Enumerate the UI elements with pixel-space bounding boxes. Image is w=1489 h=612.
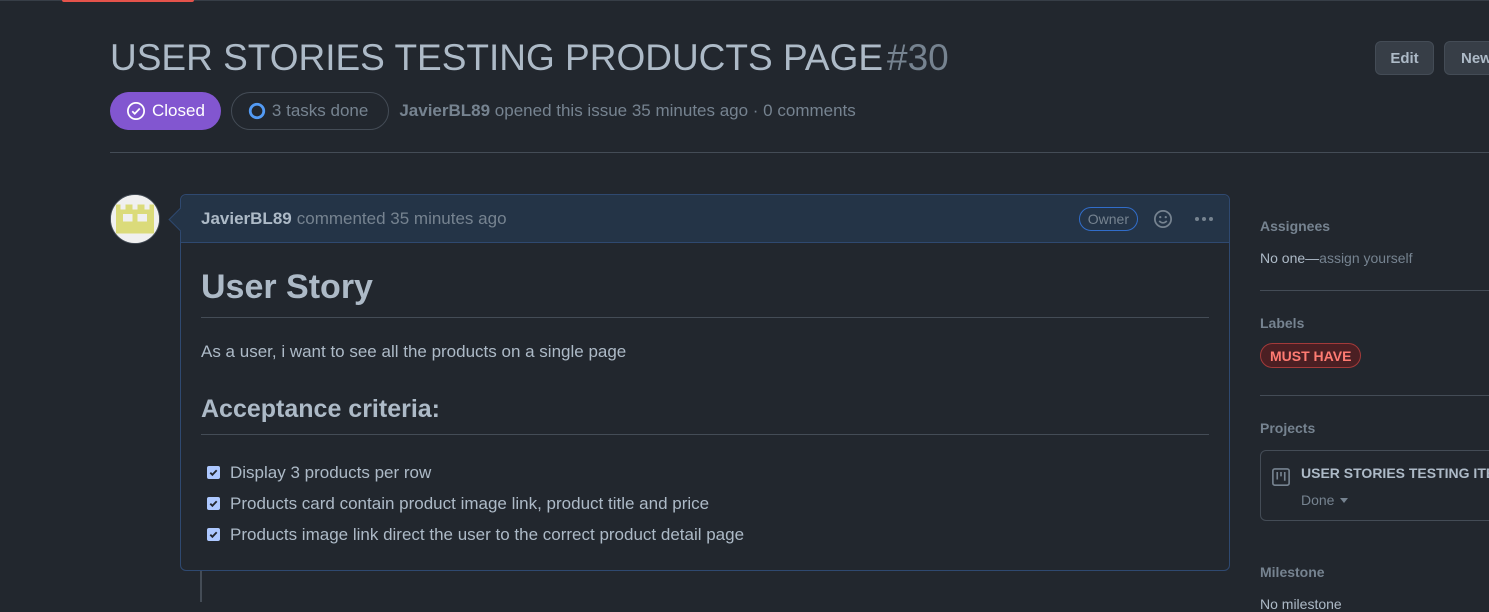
check-icon — [209, 500, 218, 508]
task-list-item: Products image link direct the user to t… — [201, 519, 1209, 550]
chevron-down-icon — [1340, 497, 1349, 503]
comment-box: JavierBL89 commented 35 minutes ago Owne… — [168, 194, 1230, 571]
assignees-section: Assignees No one—assign yourself — [1260, 194, 1489, 291]
state-badge: Closed — [110, 92, 221, 130]
milestone-value: No milestone — [1260, 596, 1342, 612]
issue-opened-text: opened this issue 35 minutes ago · 0 com… — [494, 101, 856, 120]
edit-button[interactable]: Edit — [1375, 41, 1434, 75]
assign-yourself-link[interactable]: assign yourself — [1319, 250, 1412, 266]
kebab-menu-icon[interactable] — [1193, 209, 1215, 229]
labels-heading[interactable]: Labels — [1260, 315, 1304, 331]
identicon-icon — [111, 195, 159, 243]
task-list-item: Display 3 products per row — [201, 457, 1209, 488]
task-checkbox[interactable] — [207, 466, 220, 479]
timeline-line — [200, 571, 202, 602]
comment-body: User Story As a user, i want to see all … — [181, 243, 1229, 550]
comment-author-link[interactable]: JavierBL89 — [201, 209, 292, 229]
project-status-dropdown[interactable]: Done — [1301, 492, 1349, 508]
owner-badge: Owner — [1078, 207, 1138, 231]
issue-opened-info: JavierBL89 opened this issue 35 minutes … — [399, 101, 855, 121]
closed-check-icon — [127, 102, 145, 120]
state-label: Closed — [152, 101, 205, 120]
issue-author-link[interactable]: JavierBL89 — [399, 101, 490, 120]
check-icon — [209, 531, 218, 539]
assignees-heading[interactable]: Assignees — [1260, 218, 1330, 234]
issue-title: USER STORIES TESTING PRODUCTS PAGE #30 — [110, 34, 949, 82]
progress-ring-icon — [248, 102, 266, 120]
top-divider — [0, 0, 1489, 1]
task-text: Display 3 products per row — [230, 462, 432, 482]
assignees-value: No one—assign yourself — [1260, 250, 1413, 266]
project-name[interactable]: USER STORIES TESTING ITERATION — [1301, 465, 1489, 481]
comment-caret — [168, 207, 193, 232]
issue-meta-row: Closed 3 tasks done JavierBL89 opened th… — [110, 92, 856, 130]
comment-header: JavierBL89 commented 35 minutes ago Owne… — [168, 195, 1229, 243]
project-card[interactable]: USER STORIES TESTING ITERATION Done — [1260, 450, 1489, 521]
active-tab-indicator — [62, 0, 194, 2]
task-text: Products image link direct the user to t… — [230, 524, 745, 544]
labels-section: Labels MUST HAVE — [1260, 291, 1489, 396]
task-checkbox[interactable] — [207, 497, 220, 510]
criteria-heading: Acceptance criteria: — [201, 392, 1209, 435]
issue-sidebar: Assignees No one—assign yourself Labels … — [1260, 194, 1489, 612]
tasks-progress-label: 3 tasks done — [271, 101, 369, 120]
issue-number: #30 — [887, 37, 949, 78]
check-icon — [209, 469, 218, 477]
label-must-have[interactable]: MUST HAVE — [1260, 343, 1362, 368]
task-text: Products card contain product image link… — [230, 493, 710, 513]
task-list-item: Products card contain product image link… — [201, 488, 1209, 519]
header-divider — [110, 152, 1489, 153]
issue-title-text: USER STORIES TESTING PRODUCTS PAGE — [110, 37, 884, 78]
tasks-progress[interactable]: 3 tasks done — [230, 92, 390, 130]
assignees-none-text: No one— — [1260, 250, 1320, 266]
avatar[interactable] — [110, 194, 160, 244]
projects-section: Projects USER STORIES TESTING ITERATION … — [1260, 396, 1489, 575]
story-heading: User Story — [201, 265, 1209, 318]
smiley-icon[interactable] — [1153, 209, 1173, 229]
milestone-heading[interactable]: Milestone — [1260, 564, 1325, 580]
project-status-label: Done — [1301, 492, 1335, 508]
comment-timestamp[interactable]: commented 35 minutes ago — [297, 209, 507, 229]
project-board-icon — [1272, 468, 1290, 486]
task-list: Display 3 products per row Products card… — [201, 457, 1209, 550]
task-checkbox[interactable] — [207, 528, 220, 541]
new-issue-button[interactable]: New — [1444, 41, 1489, 75]
story-text: As a user, i want to see all the product… — [201, 342, 627, 361]
projects-heading[interactable]: Projects — [1260, 420, 1315, 436]
